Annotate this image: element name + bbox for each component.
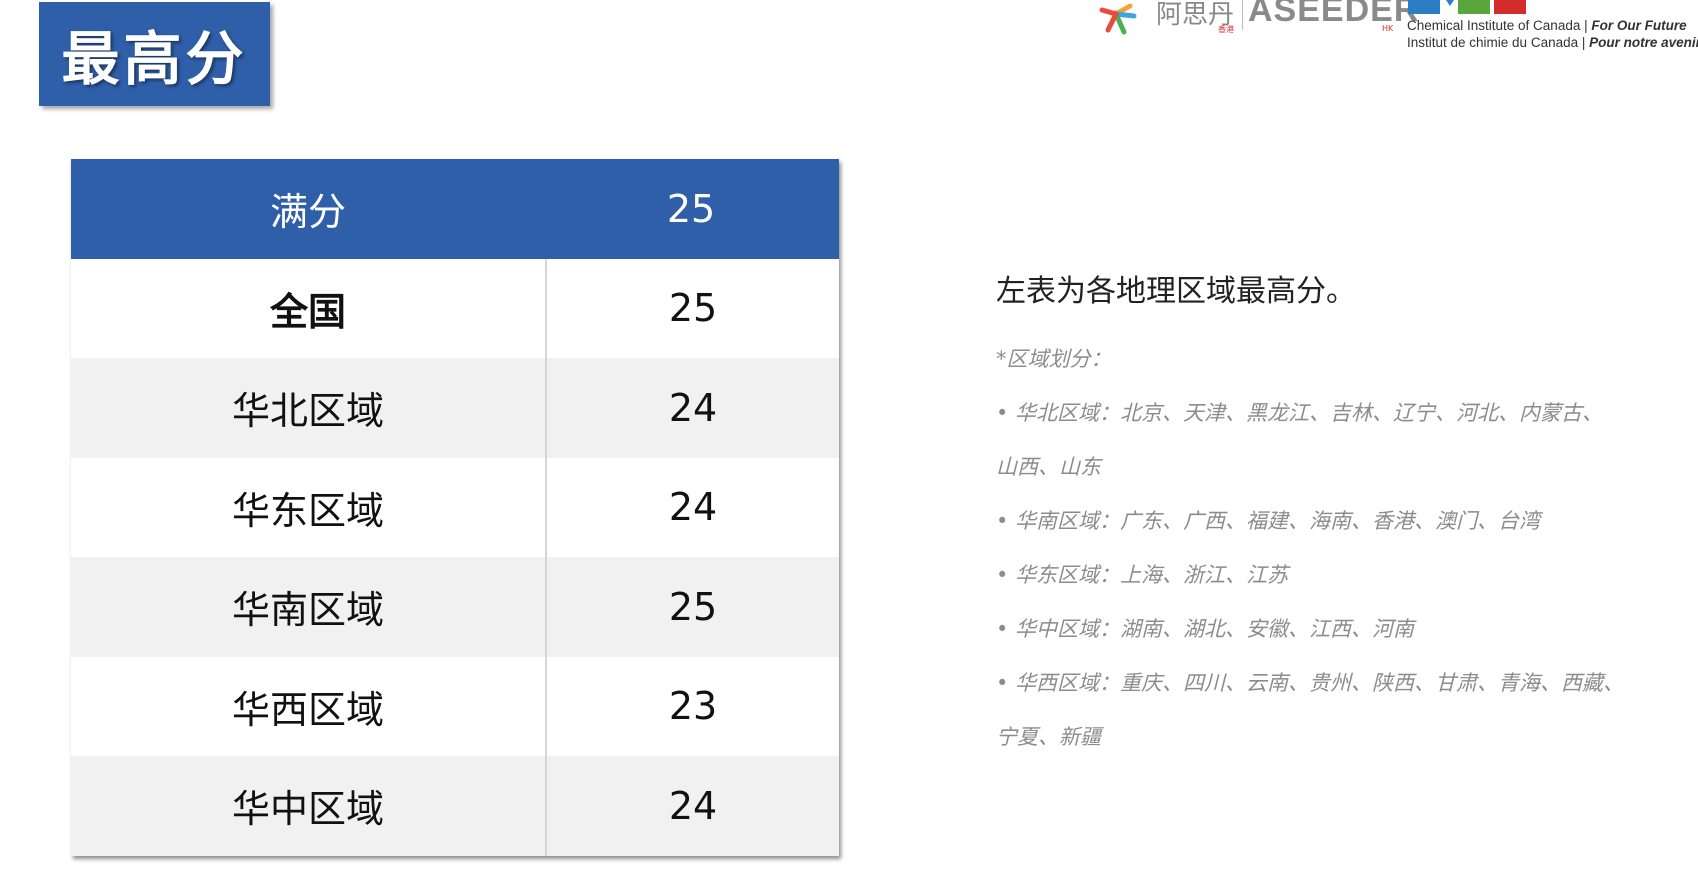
notes-line: • 华北区域：北京、天津、黑龙江、吉林、辽宁、河北、内蒙古、 bbox=[996, 401, 1604, 425]
row-label: 华北区域 bbox=[71, 358, 547, 458]
cic-tagline-fr: Institut de chimie du Canada | Pour notr… bbox=[1407, 35, 1698, 50]
notes-line: • 华西区域：重庆、四川、云南、贵州、陕西、甘肃、青海、西藏、 bbox=[996, 671, 1625, 695]
notes-panel: 左表为各地理区域最高分。 *区域划分： • 华北区域：北京、天津、黑龙江、吉林、… bbox=[996, 266, 1676, 764]
notes-line: • 华东区域：上海、浙江、江苏 bbox=[996, 563, 1289, 587]
row-label: 华南区域 bbox=[71, 557, 547, 657]
row-value: 25 bbox=[668, 286, 718, 331]
notes-line: *区域划分： bbox=[996, 347, 1112, 371]
table-row: 华东区域 24 bbox=[71, 457, 839, 557]
page-title: 最高分 bbox=[61, 25, 248, 93]
table-row: 华南区域 25 bbox=[71, 557, 839, 657]
header-label: 满分 bbox=[269, 190, 346, 235]
table-row: 全国 25 bbox=[71, 258, 839, 358]
logo-area: 阿思丹 香港 ASEEDER HK Chemical Institute of … bbox=[1090, 0, 1698, 60]
notes-line: 宁夏、新疆 bbox=[996, 725, 1101, 749]
slide: 最高分 阿思丹 香港 ASEEDER HK Chemical Institute… bbox=[0, 0, 1698, 879]
row-label: 全国 bbox=[71, 258, 547, 358]
table-header-row: 满分 25 bbox=[71, 159, 839, 259]
cic-tagline-en: Chemical Institute of Canada | For Our F… bbox=[1407, 18, 1687, 33]
asidan-logo-icon bbox=[1099, 3, 1137, 35]
logo-divider bbox=[1242, 0, 1243, 30]
row-label: 华中区域 bbox=[71, 756, 547, 856]
header-value: 25 bbox=[666, 186, 716, 231]
notes-intro: 左表为各地理区域最高分。 bbox=[996, 274, 1356, 309]
asidan-hk-label: 香港 bbox=[1218, 25, 1234, 34]
table-row: 华西区域 23 bbox=[71, 656, 839, 756]
row-value: 24 bbox=[668, 385, 718, 430]
title-badge: 最高分 bbox=[39, 2, 270, 106]
cic-logo-icon bbox=[1408, 0, 1526, 14]
row-value: 24 bbox=[668, 485, 718, 530]
row-label: 华东区域 bbox=[71, 457, 547, 557]
row-label: 华西区域 bbox=[71, 656, 547, 756]
row-value: 23 bbox=[668, 684, 718, 729]
notes-line: • 华中区域：湖南、湖北、安徽、江西、河南 bbox=[996, 617, 1415, 641]
aseeder-hk-label: HK bbox=[1382, 24, 1394, 33]
aseeder-logo-text: ASEEDER bbox=[1248, 0, 1420, 29]
notes-line: • 华南区域：广东、广西、福建、海南、香港、澳门、台湾 bbox=[996, 509, 1541, 533]
row-value: 24 bbox=[668, 783, 718, 828]
table-row: 华北区域 24 bbox=[71, 358, 839, 458]
notes-line: 山西、山东 bbox=[996, 455, 1101, 479]
row-value: 25 bbox=[668, 584, 718, 629]
score-table: 满分 25 全国 25 华北区域 24 华东区域 24 华南区域 25 华西区域… bbox=[71, 159, 839, 856]
table-row: 华中区域 24 bbox=[71, 756, 839, 856]
